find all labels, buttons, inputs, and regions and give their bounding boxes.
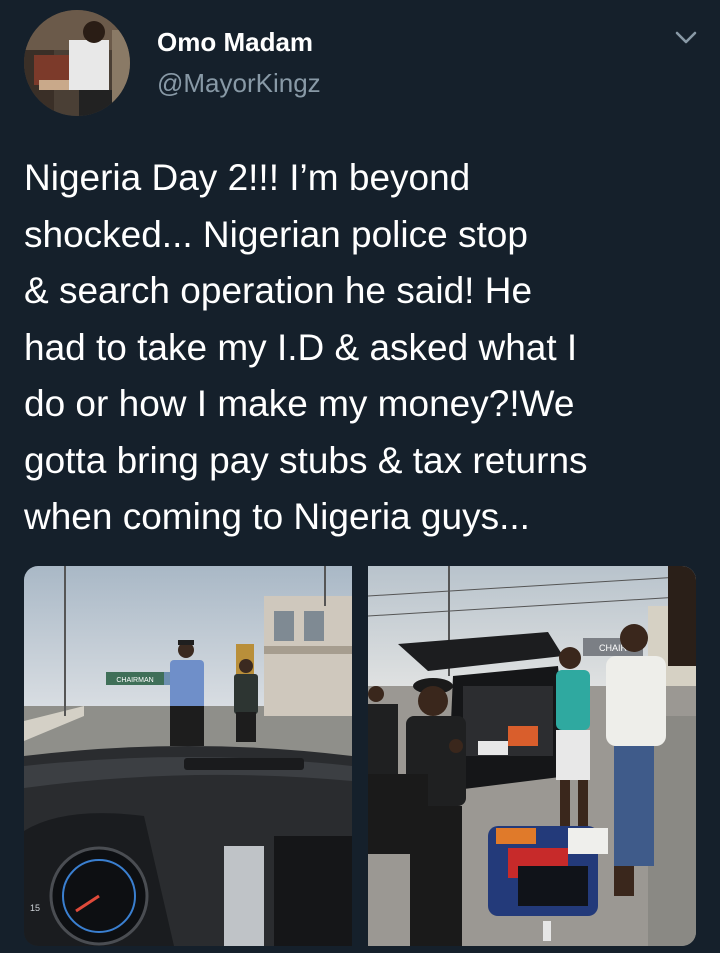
tweet-author: Omo Madam @MayorKingz <box>157 25 321 100</box>
photo-car-search-image: CHAIR <box>368 566 696 946</box>
photo-dashboard-police-image: CHAIRMAN 15 <box>24 566 352 946</box>
billboard-sign: CHAIRMAN <box>116 677 153 684</box>
user-handle[interactable]: @MayorKingz <box>157 66 321 100</box>
avatar[interactable] <box>24 10 130 116</box>
avatar-photo <box>24 10 130 116</box>
photo-car-search[interactable]: CHAIR <box>368 566 696 946</box>
photo-dashboard-police[interactable]: CHAIRMAN 15 <box>24 566 352 946</box>
tweet-text: Nigeria Day 2!!! I’m beyond shocked... N… <box>24 157 588 537</box>
chevron-down-icon <box>675 31 697 44</box>
dashboard-reading: 15 <box>30 903 40 913</box>
tweet-menu-button[interactable] <box>670 22 702 54</box>
display-name[interactable]: Omo Madam <box>157 25 321 59</box>
